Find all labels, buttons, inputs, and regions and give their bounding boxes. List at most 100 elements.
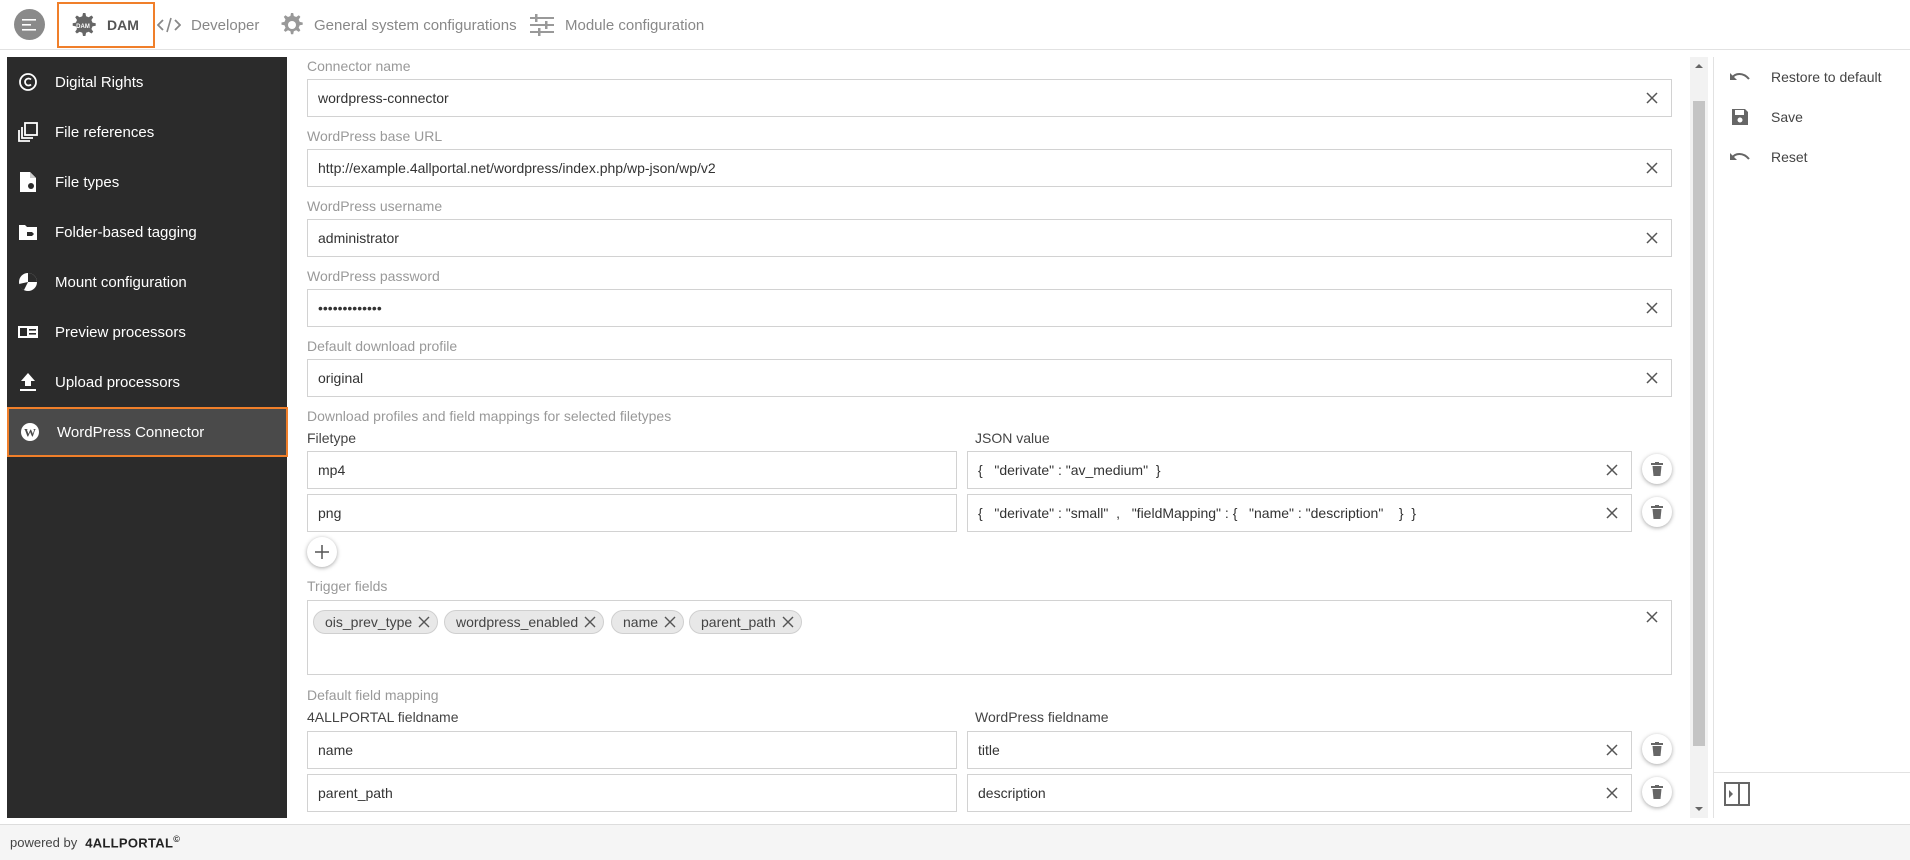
- sidebar-item-label: File types: [55, 173, 120, 191]
- gear-icon: [281, 13, 303, 35]
- sidebar-item-file-types[interactable]: File types: [7, 157, 287, 207]
- filetype-field[interactable]: png: [307, 494, 957, 532]
- restore-default-button[interactable]: Restore to default: [1729, 62, 1882, 92]
- collapse-panel-icon[interactable]: [1724, 782, 1750, 806]
- save-label: Save: [1771, 109, 1803, 125]
- clear-icon[interactable]: [1605, 786, 1619, 800]
- save-button[interactable]: Save: [1729, 102, 1803, 132]
- download-profile-value: original: [318, 370, 364, 386]
- download-profile-label: Default download profile: [307, 338, 458, 354]
- remove-chip-icon[interactable]: [418, 616, 430, 628]
- username-field[interactable]: administrator: [307, 219, 1672, 257]
- clear-icon[interactable]: [1645, 301, 1659, 315]
- tab-developer[interactable]: Developer: [157, 2, 259, 48]
- svg-text:W: W: [24, 426, 36, 440]
- username-value: administrator: [318, 230, 399, 246]
- wordpress-fieldname-field[interactable]: description: [967, 774, 1632, 812]
- clear-icon[interactable]: [1605, 506, 1619, 520]
- main-scrollbar[interactable]: [1690, 57, 1708, 818]
- delete-row-button[interactable]: [1642, 497, 1672, 527]
- hamburger-menu-button[interactable]: [14, 9, 45, 40]
- portal-fieldname-value: name: [318, 742, 354, 758]
- preview-icon: [17, 321, 39, 343]
- plus-icon: [315, 545, 329, 559]
- remove-chip-icon[interactable]: [664, 616, 676, 628]
- wordpress-fieldname-field[interactable]: title: [967, 731, 1632, 769]
- scroll-up-icon[interactable]: [1690, 61, 1708, 71]
- clear-icon[interactable]: [1605, 463, 1619, 477]
- json-value-field[interactable]: { "derivate" : "small" , "fieldMapping" …: [967, 494, 1632, 532]
- filetype-value: mp4: [318, 462, 346, 478]
- sidebar-item-folder-tagging[interactable]: Folder-based tagging: [7, 207, 287, 257]
- remove-chip-icon[interactable]: [782, 616, 794, 628]
- base-url-label: WordPress base URL: [307, 128, 443, 144]
- field-mapping-label: Default field mapping: [307, 687, 439, 703]
- undo-icon: [1729, 70, 1751, 84]
- sidebar-item-file-references[interactable]: File references: [7, 107, 287, 157]
- connector-name-value: wordpress-connector: [318, 90, 449, 106]
- portal-fieldname-value: parent_path: [318, 785, 393, 801]
- base-url-field[interactable]: http://example.4allportal.net/wordpress/…: [307, 149, 1672, 187]
- add-row-button[interactable]: [307, 537, 337, 567]
- sidebar-item-mount-configuration[interactable]: Mount configuration: [7, 257, 287, 307]
- tab-dam-label: DAM: [107, 17, 139, 33]
- delete-mapping-button[interactable]: [1642, 777, 1672, 807]
- chip-label: wordpress_enabled: [456, 614, 579, 630]
- copyright-icon: [17, 71, 39, 93]
- delete-mapping-button[interactable]: [1642, 734, 1672, 764]
- clear-icon[interactable]: [1645, 610, 1659, 624]
- password-label: WordPress password: [307, 268, 440, 284]
- connector-name-label: Connector name: [307, 58, 411, 74]
- download-profile-field[interactable]: original: [307, 359, 1672, 397]
- sidebar-item-label: WordPress Connector: [57, 423, 205, 441]
- tab-general-system[interactable]: General system configurations: [278, 2, 517, 48]
- clear-icon[interactable]: [1645, 371, 1659, 385]
- panel-divider: [1714, 772, 1910, 773]
- trash-icon: [1651, 462, 1663, 476]
- scroll-down-icon[interactable]: [1690, 804, 1708, 814]
- portal-fieldname-field[interactable]: parent_path: [307, 774, 957, 812]
- scrollbar-thumb[interactable]: [1693, 101, 1705, 746]
- svg-text:DAM: DAM: [76, 24, 90, 30]
- powered-by-text: powered by: [10, 835, 78, 850]
- password-value: •••••••••••••: [318, 300, 382, 316]
- folder-tag-icon: [17, 221, 39, 243]
- filetype-value: png: [318, 505, 342, 521]
- upload-icon: [17, 371, 39, 393]
- clear-icon[interactable]: [1605, 743, 1619, 757]
- clear-icon[interactable]: [1645, 91, 1659, 105]
- sidebar-item-label: Folder-based tagging: [55, 223, 197, 241]
- sidebar-item-upload-processors[interactable]: Upload processors: [7, 357, 287, 407]
- sidebar: Digital Rights File references File type…: [7, 57, 288, 818]
- reset-label: Reset: [1771, 149, 1808, 165]
- sidebar-item-label: Preview processors: [55, 323, 186, 341]
- brand-logo: 4ALLPORTAL©: [85, 834, 180, 850]
- tab-dam[interactable]: DAM DAM: [57, 2, 155, 48]
- sidebar-item-digital-rights[interactable]: Digital Rights: [7, 57, 287, 107]
- sidebar-item-wordpress-connector[interactable]: W WordPress Connector: [7, 407, 288, 457]
- footer: powered by 4ALLPORTAL©: [0, 824, 1910, 860]
- mount-icon: [17, 271, 39, 293]
- remove-chip-icon[interactable]: [584, 616, 596, 628]
- clear-icon[interactable]: [1645, 231, 1659, 245]
- sidebar-item-preview-processors[interactable]: Preview processors: [7, 307, 287, 357]
- tab-module-configuration[interactable]: Module configuration: [529, 2, 704, 48]
- username-label: WordPress username: [307, 198, 443, 214]
- tab-general-system-label: General system configurations: [314, 16, 517, 34]
- main-form: Connector name wordpress-connector WordP…: [293, 57, 1676, 818]
- connector-name-field[interactable]: wordpress-connector: [307, 79, 1672, 117]
- trigger-fields-input[interactable]: ois_prev_type wordpress_enabled name par…: [307, 600, 1672, 675]
- reset-button[interactable]: Reset: [1729, 142, 1808, 172]
- json-value-field[interactable]: { "derivate" : "av_medium" }: [967, 451, 1632, 489]
- portal-fieldname-field[interactable]: name: [307, 731, 957, 769]
- filetype-field[interactable]: mp4: [307, 451, 957, 489]
- wordpress-fieldname-header: WordPress fieldname: [975, 709, 1109, 725]
- chip-label: ois_prev_type: [325, 614, 413, 630]
- file-references-icon: [17, 121, 39, 143]
- password-field[interactable]: •••••••••••••: [307, 289, 1672, 327]
- filetype-column-header: Filetype: [307, 430, 357, 446]
- chip-label: name: [623, 614, 659, 630]
- trigger-chip: parent_path: [689, 610, 802, 634]
- delete-row-button[interactable]: [1642, 454, 1672, 484]
- clear-icon[interactable]: [1645, 161, 1659, 175]
